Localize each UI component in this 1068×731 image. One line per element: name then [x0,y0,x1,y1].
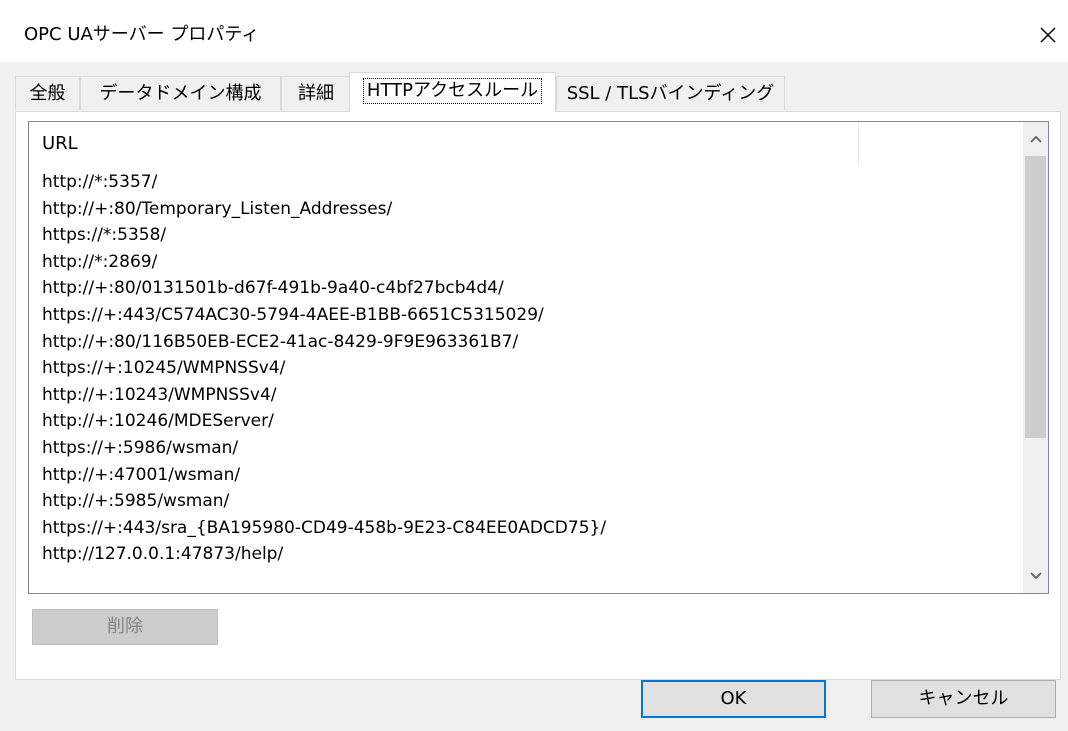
list-item[interactable]: https://+:443/C574AC30-5794-4AEE-B1BB-66… [29,302,1024,329]
ok-button[interactable]: OK [641,680,826,718]
list-item[interactable]: https://+:10245/WMPNSSv4/ [29,355,1024,382]
list-header: URL [29,122,1024,166]
close-icon [1040,27,1056,43]
tab-details-label: 詳細 [298,83,334,104]
column-header-url[interactable]: URL [29,122,859,166]
tab-details[interactable]: 詳細 [281,76,351,110]
list-item[interactable]: http://+:5985/wsman/ [29,488,1024,515]
chevron-up-icon [1029,135,1042,143]
list-item[interactable]: https://+:5986/wsman/ [29,435,1024,462]
scroll-up-button[interactable] [1023,122,1048,156]
tab-ssl-tls-binding[interactable]: SSL / TLSバインディング [556,76,785,110]
title-bar: OPC UAサーバー プロパティ [0,0,1068,62]
list-item[interactable]: https://+:443/sra_{BA195980-CD49-458b-9E… [29,515,1024,542]
window-title: OPC UAサーバー プロパティ [24,24,260,45]
chevron-down-icon [1029,572,1042,580]
list-item[interactable]: http://+:47001/wsman/ [29,462,1024,489]
close-button[interactable] [1028,16,1068,54]
tab-http-access-rules-label: HTTPアクセスルール [362,78,543,104]
tab-panel-http-access-rules: URL http://*:5357/ http://+:80/Temporary… [15,111,1061,680]
list-item[interactable]: http://+:80/Temporary_Listen_Addresses/ [29,196,1024,223]
url-list[interactable]: URL http://*:5357/ http://+:80/Temporary… [28,121,1049,594]
list-item[interactable]: http://127.0.0.1:47873/help/ [29,541,1024,568]
cancel-button[interactable]: キャンセル [871,680,1056,718]
list-item[interactable]: http://+:80/116B50EB-ECE2-41ac-8429-9F9E… [29,329,1024,356]
scroll-thumb[interactable] [1025,156,1046,438]
list-item[interactable]: https://*:5358/ [29,222,1024,249]
list-item[interactable]: http://+:10246/MDEServer/ [29,408,1024,435]
list-item[interactable]: http://+:80/0131501b-d67f-491b-9a40-c4bf… [29,275,1024,302]
vertical-scrollbar[interactable] [1023,122,1048,593]
tab-general-label: 全般 [29,83,66,104]
scroll-down-button[interactable] [1023,559,1048,593]
tab-general[interactable]: 全般 [15,76,80,110]
tab-data-domain-config-label: データドメイン構成 [99,83,262,104]
delete-button[interactable]: 削除 [32,609,218,645]
tab-ssl-tls-binding-label: SSL / TLSバインディング [566,83,775,104]
tab-data-domain-config[interactable]: データドメイン構成 [80,76,281,110]
list-item[interactable]: http://+:10243/WMPNSSv4/ [29,382,1024,409]
list-item[interactable]: http://*:2869/ [29,249,1024,276]
list-rows: http://*:5357/ http://+:80/Temporary_Lis… [29,169,1024,593]
tab-http-access-rules[interactable]: HTTPアクセスルール [349,72,556,112]
list-item[interactable]: http://*:5357/ [29,169,1024,196]
